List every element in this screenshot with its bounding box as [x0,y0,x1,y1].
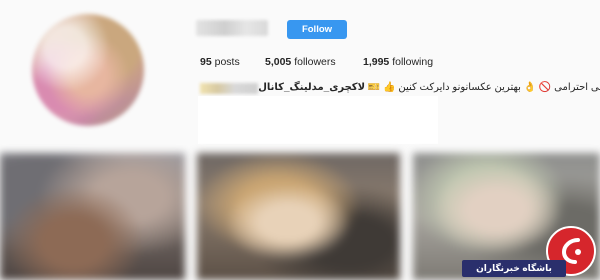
following-label: following [392,56,434,68]
redacted-bio-area [198,96,438,144]
bio-text-line: بی احترامی 🚫 👌 بهترین عکسانونو دایرکت کن… [258,80,600,96]
no-entry-icon: 🚫 [538,82,552,93]
watermark-text: باشگاه خبرنگاران [462,260,566,277]
watermark-logo: باشگاه خبرنگاران [462,226,600,280]
bio-channel-link[interactable]: لاکچری_مدلینگ_کانال [258,82,365,93]
profile-bio: بی احترامی 🚫 👌 بهترین عکسانونو دایرکت کن… [196,80,600,96]
ticket-icon: 🎫 [367,82,381,93]
following-stat[interactable]: 1,995 following [363,56,433,68]
followers-count: 5,005 [265,56,292,68]
posts-label: posts [214,56,240,68]
follow-button[interactable]: Follow [287,20,347,39]
posts-count: 95 [200,56,212,68]
following-count: 1,995 [363,56,390,68]
posts-stat: 95 posts [200,56,240,68]
thumbs-up-icon: 👍 [383,82,396,93]
bio-main-text: بهترین عکسانونو دایرکت کنین [398,82,521,93]
post-thumbnail[interactable] [197,153,400,280]
followers-stat[interactable]: 5,005 followers [265,56,336,68]
profile-username [196,20,268,36]
profile-page: Follow 95 posts 5,005 followers 1,995 fo… [0,0,600,280]
profile-avatar[interactable] [32,14,144,126]
bio-tail-text: بی احترامی [554,82,600,93]
blurred-bio-segment [200,83,258,94]
post-thumbnail[interactable] [0,153,185,280]
followers-label: followers [294,56,336,68]
hand-icon: 👌 [523,82,537,93]
